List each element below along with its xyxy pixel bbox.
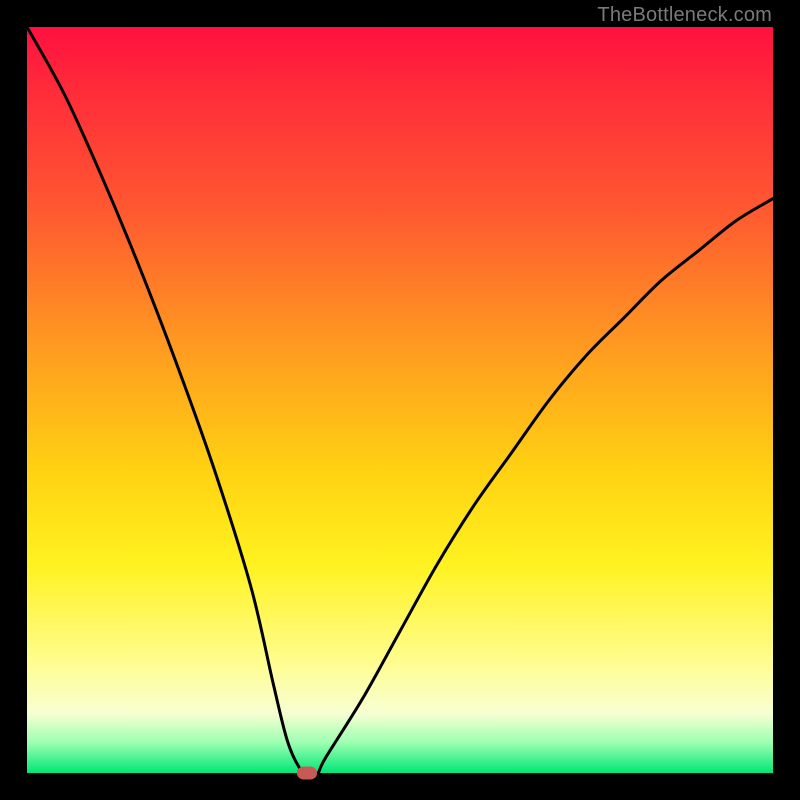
minimum-marker [297,767,317,780]
watermark-text: TheBottleneck.com [597,4,772,27]
plot-area [27,27,773,773]
bottleneck-curve [27,27,773,775]
chart-container: TheBottleneck.com [0,0,800,800]
curve-svg [27,27,773,773]
